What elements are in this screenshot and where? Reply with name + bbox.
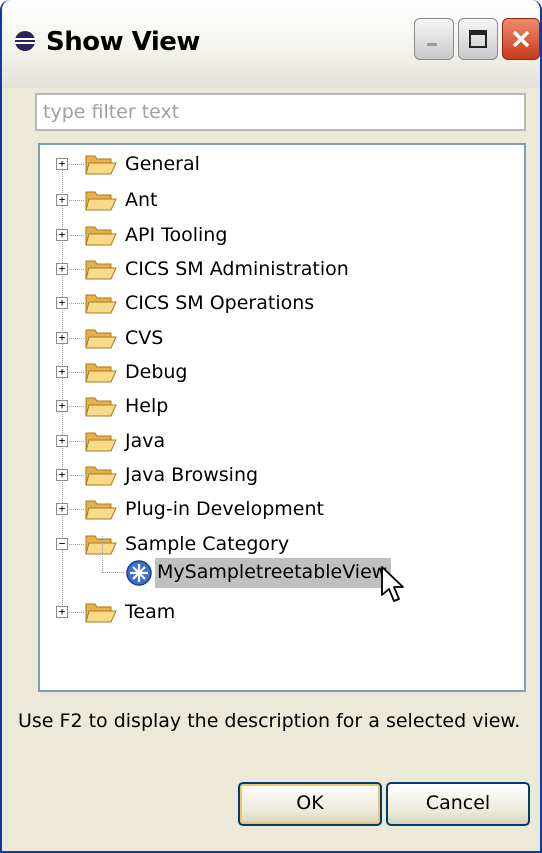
folder-icon [85, 532, 117, 556]
tree-item-java[interactable]: + Java [40, 426, 520, 458]
tree-item-label: Debug [125, 361, 188, 383]
tree-item-plug-in-development[interactable]: + Plug-in Development [40, 494, 520, 526]
folder-icon [85, 257, 117, 281]
tree-item-cics-sm-administration[interactable]: + CICS SM Administration [40, 254, 520, 286]
tree-item-help[interactable]: + Help [40, 391, 520, 423]
folder-icon [85, 152, 117, 176]
tree-item-java-browsing[interactable]: + Java Browsing [40, 460, 520, 492]
tree-item-label: Java [125, 430, 166, 452]
tree-guide-branch [69, 475, 84, 476]
tree-guide-branch [69, 406, 84, 407]
expand-icon[interactable]: + [56, 435, 68, 447]
folder-icon [85, 223, 117, 247]
tree-item-general[interactable]: + General [40, 149, 520, 181]
tree-item-label: Sample Category [125, 533, 290, 555]
tree-item-label: CICS SM Administration [125, 258, 349, 280]
folder-icon [85, 326, 117, 350]
minimize-icon [427, 43, 437, 46]
expand-icon[interactable]: + [56, 469, 68, 481]
tree-guide-branch [69, 372, 84, 373]
tree-item-label: Ant [125, 189, 158, 211]
folder-icon [85, 429, 117, 453]
expand-icon[interactable]: + [56, 297, 68, 309]
tree-guide-branch [69, 612, 84, 613]
child-guide-branch [102, 572, 124, 573]
tree-item-mysampletreetableview[interactable]: MySampletreetableView [155, 558, 392, 588]
expand-icon[interactable]: + [56, 606, 68, 618]
maximize-icon [469, 30, 487, 48]
mouse-cursor-icon [381, 566, 404, 602]
child-guide-line [102, 536, 103, 571]
expand-icon[interactable]: + [56, 263, 68, 275]
description-hint: Use F2 to display the description for a … [18, 710, 521, 732]
eclipse-icon [15, 31, 35, 51]
tree-item-label: Plug-in Development [125, 498, 324, 520]
folder-icon [85, 463, 117, 487]
tree-guide-branch [69, 544, 84, 545]
expand-icon[interactable]: + [56, 332, 68, 344]
tree-item-ant[interactable]: + Ant [40, 185, 520, 217]
folder-icon [85, 188, 117, 212]
title-bar[interactable]: Show View [2, 0, 540, 88]
expand-icon[interactable]: + [56, 194, 68, 206]
folder-icon [85, 497, 117, 521]
tree-item-api-tooling[interactable]: + API Tooling [40, 220, 520, 252]
view-tree[interactable]: + General + Ant + API Tooling + CICS SM Adminis… [38, 143, 526, 692]
ok-button[interactable]: OK [238, 782, 382, 826]
view-icon [126, 560, 152, 586]
tree-guide-branch [69, 164, 84, 165]
tree-item-label: Team [125, 601, 176, 623]
tree-item-label: Java Browsing [125, 464, 259, 486]
close-icon [512, 30, 530, 48]
folder-icon [85, 394, 117, 418]
expand-icon[interactable]: + [56, 366, 68, 378]
tree-item-cvs[interactable]: + CVS [40, 323, 520, 355]
cancel-button[interactable]: Cancel [386, 782, 530, 826]
tree-item-sample-category[interactable]: − Sample Category [40, 529, 520, 561]
expand-icon[interactable]: + [56, 400, 68, 412]
tree-item-team[interactable]: + Team [40, 597, 520, 629]
dialog-title: Show View [46, 27, 200, 57]
expand-icon[interactable]: + [56, 229, 68, 241]
tree-item-label: Help [125, 395, 169, 417]
tree-item-label: API Tooling [125, 224, 228, 246]
tree-item-label: CVS [125, 327, 164, 349]
folder-icon [85, 600, 117, 624]
minimize-button[interactable] [414, 18, 454, 60]
tree-guide-branch [69, 338, 84, 339]
tree-guide-branch [69, 200, 84, 201]
close-button[interactable] [502, 18, 540, 60]
tree-guide-branch [69, 509, 84, 510]
tree-item-label: General [125, 153, 200, 175]
show-view-dialog: Show View + General + Ant + API Tooling + CICS … [0, 0, 542, 853]
expand-icon[interactable]: + [56, 503, 68, 515]
folder-icon [85, 291, 117, 315]
folder-icon [85, 360, 117, 384]
filter-input[interactable] [35, 93, 526, 131]
tree-item-debug[interactable]: + Debug [40, 357, 520, 389]
collapse-icon[interactable]: − [56, 538, 68, 550]
tree-guide-branch [69, 235, 84, 236]
tree-item-label: CICS SM Operations [125, 292, 315, 314]
tree-guide-branch [69, 303, 84, 304]
tree-guide-branch [69, 441, 84, 442]
tree-item-cics-sm-operations[interactable]: + CICS SM Operations [40, 288, 520, 320]
tree-guide-branch [69, 269, 84, 270]
maximize-button[interactable] [458, 18, 498, 60]
expand-icon[interactable]: + [56, 158, 68, 170]
